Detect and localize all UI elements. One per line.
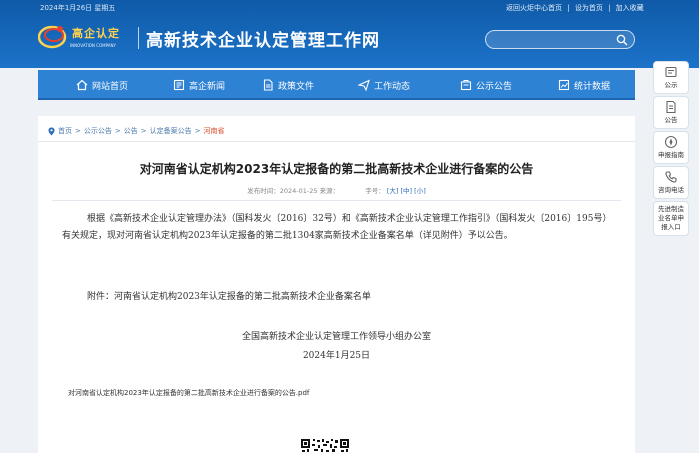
font-size-medium[interactable]: [中] [401,187,413,195]
sidebar-label: 公告 [664,116,678,124]
breadcrumb-sep: > [194,127,201,135]
breadcrumb-announcements[interactable]: 公示公告 [84,126,112,136]
current-date: 2024年1月26日 星期五 [40,4,116,12]
breadcrumb-divider [38,141,635,142]
sidebar-label: 申报指南 [658,151,684,159]
publish-info: 发布时间：2024-01-25 来源： [247,187,340,195]
nav-label: 公示公告 [476,81,513,92]
nav-news[interactable]: 高企新闻 [173,70,225,100]
breadcrumb-home[interactable]: 首页 [58,126,72,136]
article-panel: 首页 > 公示公告 > 公告 > 认定备案公告 > 河南省 对河南省认定机构20… [38,116,635,453]
sidebar-phone-button[interactable]: 咨询电话 [653,166,689,199]
nav-policy[interactable]: 政策文件 [262,70,314,100]
top-bar: 2024年1月26日 星期五 返回火炬中心首页 | 设为首页 | 加入收藏 [0,0,699,16]
floating-sidebar: 公示 公告 申报指南 咨询电话 先进制造业名单申报入口 [653,61,689,238]
logo-subtext: INNOVATION COMPANY [70,43,116,48]
nav-work-updates[interactable]: 工作动态 [358,70,410,100]
sidebar-label: 公示 [664,81,678,89]
logo-divider [138,27,139,49]
font-size-large[interactable]: [大] [387,187,399,195]
sidebar-label: 咨询电话 [658,186,684,194]
font-size-small[interactable]: [小] [414,187,426,195]
add-favorite-link[interactable]: 加入收藏 [616,4,644,12]
search-box [485,30,635,49]
font-size-label: 字号： [365,187,385,195]
phone-icon [665,171,677,183]
article-meta: 发布时间：2024-01-25 来源： 字号： [大] [中] [小] [38,185,635,195]
sidebar-manufacturing-entry-button[interactable]: 先进制造业名单申报入口 [653,201,689,236]
home-center-link[interactable]: 返回火炬中心首页 [506,4,562,12]
article-title: 对河南省认定机构2023年认定报备的第二批高新技术企业进行备案的公告 [139,162,534,176]
breadcrumb-sep: > [114,127,121,135]
main-nav: 网站首页 高企新闻 政策文件 工作动态 公示公告 统计数据 [38,70,635,100]
sidebar-bulletin-button[interactable]: 公告 [653,96,689,129]
send-icon [358,79,370,91]
search-icon[interactable] [616,34,628,46]
notice-icon [665,66,677,78]
chart-icon [558,79,570,91]
sidebar-label: 先进制造业名单申报入口 [658,205,684,231]
announcement-icon [460,80,472,91]
search-input[interactable] [494,33,612,47]
top-links: 返回火炬中心首页 | 设为首页 | 加入收藏 [506,3,647,13]
logo-text[interactable]: 高企认定 [72,25,120,41]
breadcrumb-sep: > [140,127,147,135]
location-pin-icon [48,127,55,135]
sidebar-notice-button[interactable]: 公示 [653,61,689,94]
sidebar-guide-button[interactable]: 申报指南 [653,131,689,164]
guide-icon [664,135,678,149]
bulletin-icon [666,100,676,114]
logo-emblem-icon[interactable] [38,22,68,50]
site-title: 高新技术企业认定管理工作网 [146,31,380,51]
qr-code-image [300,438,350,453]
nav-label: 高企新闻 [189,81,226,92]
nav-home[interactable]: 网站首页 [76,70,128,100]
nav-announcements[interactable]: 公示公告 [460,70,512,100]
nav-label: 网站首页 [92,81,129,92]
nav-label: 政策文件 [278,81,315,92]
signature-date: 2024年1月25日 [302,351,371,361]
attachment-note: 附件：河南省认定机构2023年认定报备的第二批高新技术企业备案名单 [87,292,371,302]
article-body-paragraph: 根据《高新技术企业认定管理办法》（国科发火〔2016〕32号）和《高新技术企业认… [62,214,612,241]
meta-divider [52,200,621,201]
breadcrumb-filing[interactable]: 认定备案公告 [150,126,192,136]
site-header: 2024年1月26日 星期五 返回火炬中心首页 | 设为首页 | 加入收藏 高企… [0,0,699,68]
breadcrumb-bulletin[interactable]: 公告 [124,126,138,136]
attachment-pdf-link[interactable]: 对河南省认定机构2023年认定报备的第二批高新技术企业进行备案的公告.pdf [68,388,309,398]
signature-org: 全国高新技术企业认定管理工作领导小组办公室 [241,332,431,342]
breadcrumb-current[interactable]: 河南省 [204,126,225,136]
nav-label: 工作动态 [374,81,411,92]
set-homepage-link[interactable]: 设为首页 [575,4,603,12]
home-icon [76,79,88,91]
nav-statistics[interactable]: 统计数据 [558,70,610,100]
top-link-sep: | [608,4,611,12]
top-link-sep: | [567,4,570,12]
document-icon [263,79,273,91]
breadcrumb-sep: > [75,127,81,135]
breadcrumb: 首页 > 公示公告 > 公告 > 认定备案公告 > 河南省 [48,126,225,136]
news-icon [173,79,185,91]
nav-label: 统计数据 [574,81,611,92]
